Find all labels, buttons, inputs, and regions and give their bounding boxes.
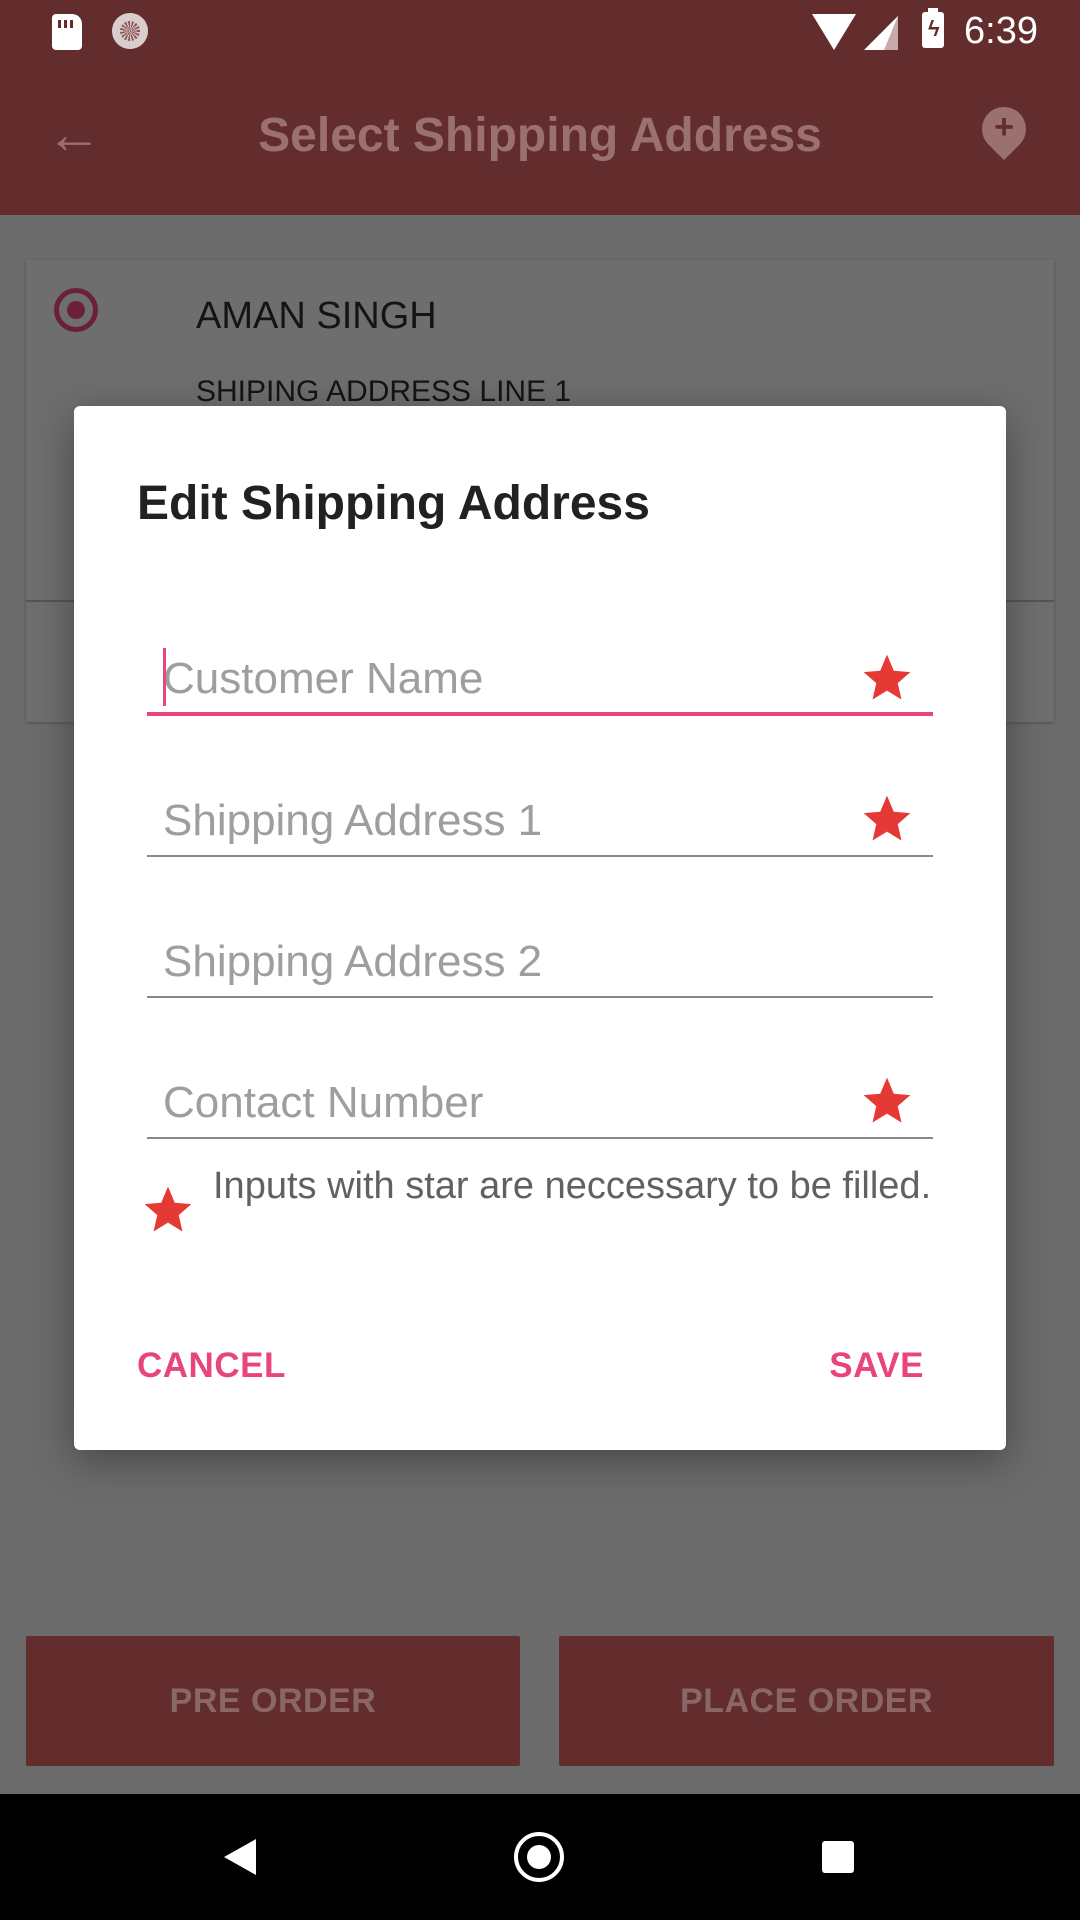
nav-back-icon[interactable] [224, 1839, 256, 1875]
address-radio-selected[interactable] [54, 288, 98, 332]
address-line-1: SHIPING ADDRESS LINE 1 [196, 375, 572, 408]
system-nav-bar [0, 1794, 1080, 1920]
nav-recents-icon[interactable] [822, 1841, 854, 1873]
app-bar: ← Select Shipping Address + [0, 63, 1080, 215]
sync-icon [112, 13, 148, 49]
customer-name-input[interactable] [147, 646, 933, 716]
signal-weak-bars [884, 16, 898, 50]
status-bar: ϟ 6:39 [0, 0, 1080, 63]
wifi-icon [812, 14, 856, 50]
status-time: 6:39 [964, 10, 1038, 52]
text-cursor [163, 648, 166, 706]
note-star-icon [144, 1186, 192, 1232]
address-1-field [147, 757, 933, 857]
required-star-icon [863, 795, 911, 841]
page-title: Select Shipping Address [258, 109, 822, 162]
required-star-icon [863, 1077, 911, 1123]
address-2-field [147, 898, 933, 998]
address-name: AMAN SINGH [196, 295, 437, 337]
sd-card-icon [52, 14, 82, 50]
customer-name-field [147, 616, 933, 716]
battery-charging-icon: ϟ [922, 8, 944, 48]
required-star-icon [863, 654, 911, 700]
address-2-input[interactable] [147, 928, 933, 998]
contact-number-input[interactable] [147, 1069, 933, 1139]
place-order-button[interactable]: PLACE ORDER [559, 1636, 1054, 1766]
nav-home-icon[interactable] [514, 1832, 564, 1882]
required-note: Inputs with star are neccessary to be fi… [213, 1165, 932, 1207]
address-1-input[interactable] [147, 787, 933, 857]
edit-address-dialog: Edit Shipping Address Inputs with star a… [74, 406, 1006, 1450]
cancel-button[interactable]: CANCEL [137, 1346, 286, 1386]
dialog-title: Edit Shipping Address [137, 477, 650, 530]
pre-order-button[interactable]: PRE ORDER [26, 1636, 520, 1766]
contact-number-field [147, 1039, 933, 1139]
save-button[interactable]: SAVE [829, 1346, 924, 1386]
add-location-plus: + [994, 108, 1014, 146]
